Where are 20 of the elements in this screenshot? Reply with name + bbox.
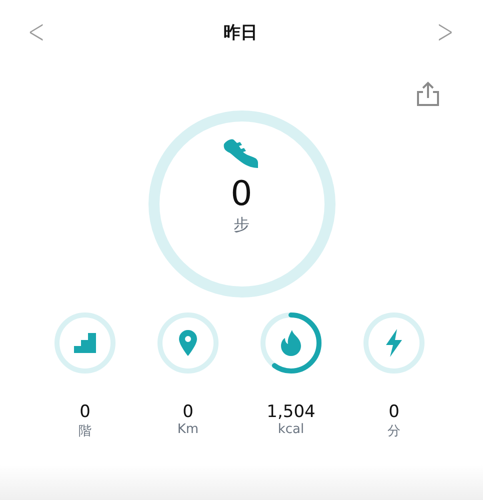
metric-unit: kcal <box>278 422 304 438</box>
location-pin-icon <box>179 330 197 356</box>
metric-value: 0 <box>182 402 194 422</box>
metric-goal-ring <box>54 312 116 374</box>
steps-unit: 步 <box>234 215 250 236</box>
flame-icon <box>281 330 301 356</box>
metric-unit: 分 <box>388 423 400 440</box>
page-title: 昨日 <box>224 22 258 44</box>
stairs-icon <box>74 333 96 353</box>
steps-value: 0 <box>230 176 252 214</box>
metric-value: 1,504 <box>266 402 316 422</box>
metric-unit: Km <box>177 422 199 438</box>
next-day-button[interactable]: > <box>434 15 456 49</box>
metric-value: 0 <box>80 402 90 422</box>
metric-value: 0 <box>388 402 400 422</box>
metric-unit: 階 <box>78 423 92 440</box>
metric-goal-ring <box>363 312 425 374</box>
metric-goal-ring <box>157 312 219 374</box>
lightning-icon <box>384 329 404 357</box>
previous-day-button[interactable]: < <box>25 15 48 49</box>
